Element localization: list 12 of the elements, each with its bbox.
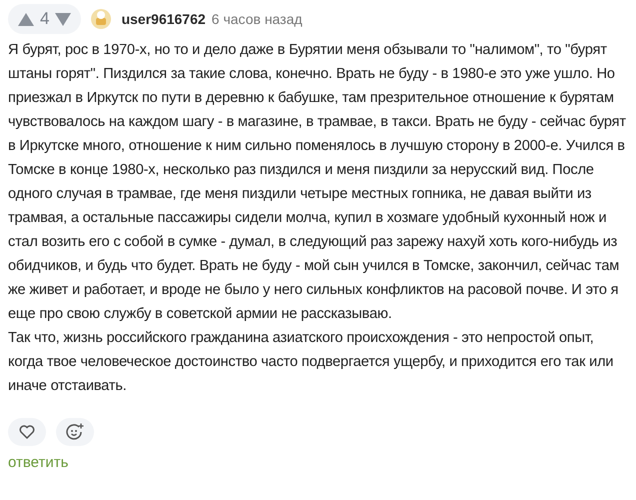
timestamp: 6 часов назад [212,10,302,29]
vote-count: 4 [40,8,50,30]
comment-paragraph: Я бурят, рос в 1970-х, но то и дело даже в Бурятии меня обзывали то "налимом", то "бурят штаны горят". Пиздился за такие слова, конечно. Врать не буду - в 1980-е это уже ушло. Но приезжал в Иркутск по пути в деревню к бабушке, там презрительное отношение к бурятам чувствовалось на каждом шагу - в магазине, в трамвае, в такси. Врать не буду - сейчас бурят в Иркутске много, отношение к ним сильно поменялось в лучшую сторону в 2000-е. Учился в Томске в конце 1980-х, несколько раз пиздился и меня пиздили за нерусский вид. После одного случая в трамвае, где меня пиздили четыре местных гопника, не давая выйти из трамвая, а остальные пассажиры сидели молча, купил в хозмаге удобный кухонный нож и стал возить его с собой в сумке - думал, в следующий раз зарежу нахуй хоть кого-нибудь из обидчиков, и будь что будет. Врать не буду - мой сын учился в Томске, закончил, сейчас там же живет и работает, и вроде не было у него сильных конфликтов на расовой почве. И это я еще про свою службу в советской армии не рассказываю. [8,41,627,324]
smiley-plus-icon [66,423,84,441]
like-button[interactable] [8,418,46,446]
heart-icon [19,425,35,439]
username[interactable]: user9616762 [121,8,206,30]
comment-paragraph: Так что, жизнь российского гражданина азиатского происхождения - это непростой опыт, когда твое человеческое достоинство часто подвергается ущербу, и приходится его так или иначе отстаивать. [8,329,614,396]
avatar-icon [91,9,112,29]
add-reaction-button[interactable] [56,418,94,446]
downvote-icon[interactable] [55,12,72,26]
upvote-icon[interactable] [18,12,34,26]
